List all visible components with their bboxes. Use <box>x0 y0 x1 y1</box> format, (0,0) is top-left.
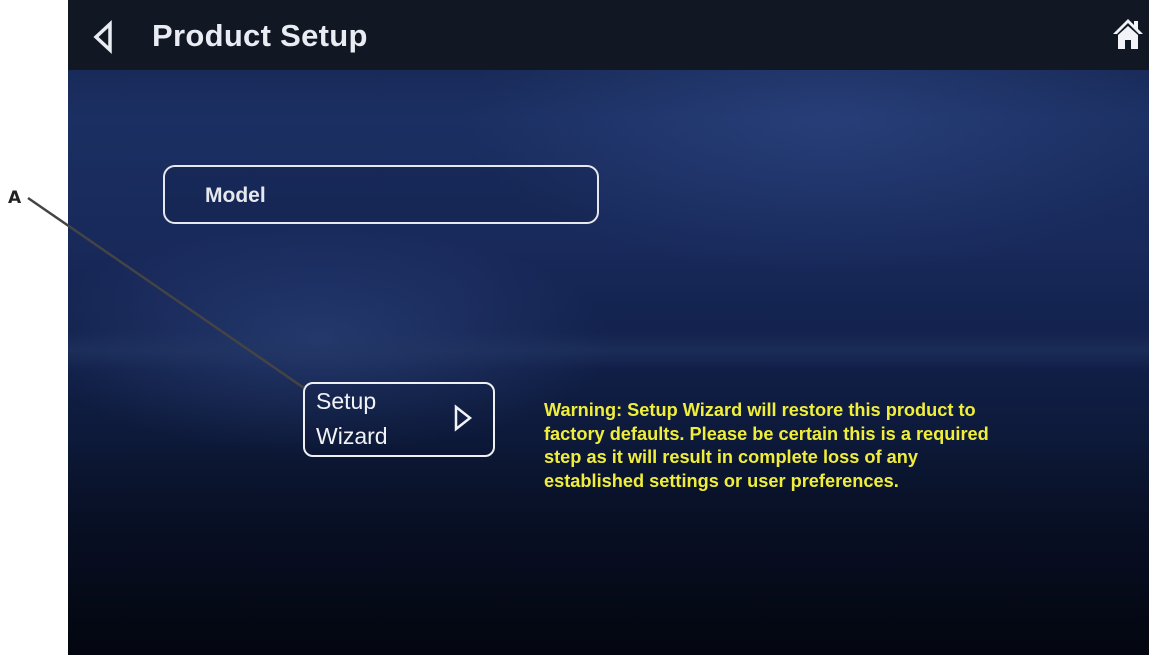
chevron-right-icon <box>454 404 473 432</box>
chevron-left-icon <box>93 19 112 55</box>
setup-wizard-label-line1: Setup <box>316 388 377 414</box>
device-screen: Product Setup Model Setup Wizard Warning… <box>68 0 1149 655</box>
title-bar: Product Setup <box>68 0 1149 70</box>
factory-reset-warning: Warning: Setup Wizard will restore this … <box>544 400 989 491</box>
page-title: Product Setup <box>152 18 368 53</box>
back-button[interactable] <box>86 16 120 56</box>
home-icon <box>1113 19 1143 49</box>
model-button[interactable]: Model <box>163 165 599 224</box>
setup-wizard-label-line2: Wizard <box>316 423 388 449</box>
home-button[interactable] <box>1112 17 1144 51</box>
background-horizon <box>68 330 1149 370</box>
model-button-label: Model <box>205 184 266 207</box>
setup-wizard-button[interactable]: Setup Wizard <box>303 382 495 457</box>
callout-label: A <box>8 188 22 208</box>
